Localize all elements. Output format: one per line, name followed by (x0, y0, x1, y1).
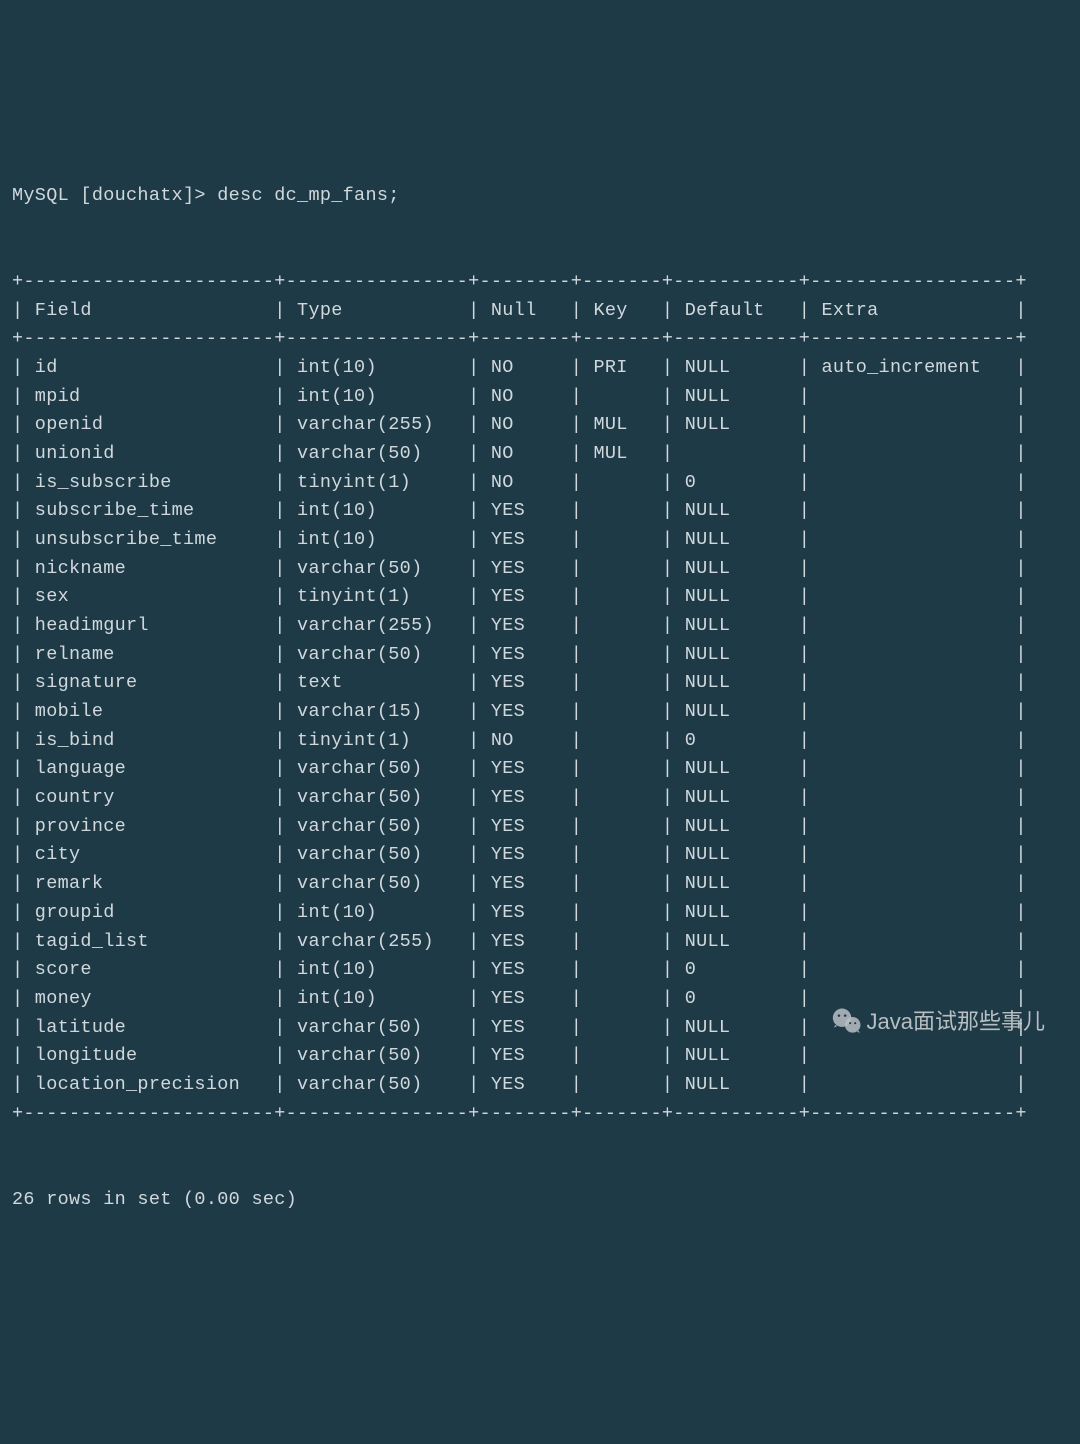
table-output: +----------------------+----------------… (12, 268, 1068, 1128)
terminal-output: MySQL [douchatx]> desc dc_mp_fans; +----… (12, 125, 1068, 1243)
sql-prompt-line: MySQL [douchatx]> desc dc_mp_fans; (12, 182, 1068, 211)
watermark-text: Java面试那些事儿 (867, 1005, 1045, 1039)
wechat-icon (830, 1005, 864, 1039)
wechat-watermark: Java面试那些事儿 (830, 1005, 1045, 1039)
result-footer: 26 rows in set (0.00 sec) (12, 1186, 1068, 1215)
